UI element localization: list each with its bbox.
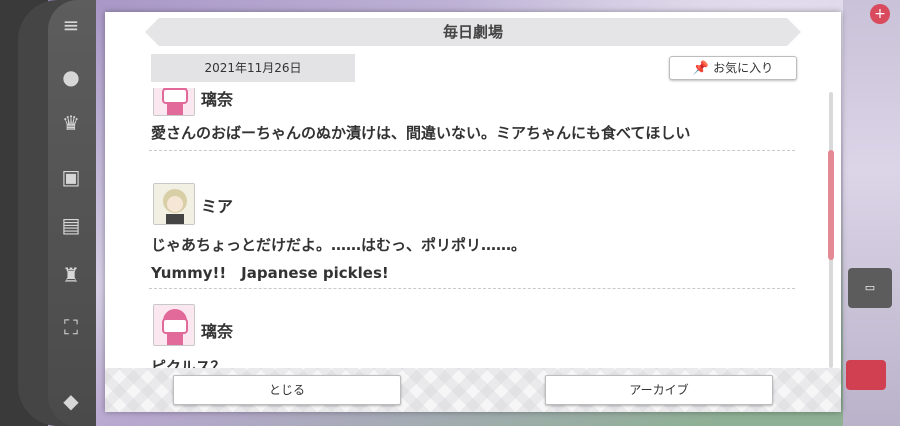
avatar-rina [153,88,195,116]
archive-button[interactable]: アーカイブ [545,375,773,405]
dialogue-line: じゃあちょっとだけだよ。……はむっ、ポリポリ……。 [151,236,527,254]
date-label: 2021年11月26日 [151,54,355,82]
speaker-name: 璃奈 [201,322,234,341]
gift-icon[interactable]: ▣ [56,164,86,190]
entry-divider [149,150,795,151]
message-icon[interactable]: ▤ [56,212,86,238]
hamburger-menu-icon[interactable]: ≡ [56,12,86,38]
background-red-tag [846,360,886,390]
conversation-scroll-area[interactable]: 璃奈 愛さんのおばーちゃんのぬか漬けは、間違いない。ミアちゃんにも食べてほしい … [149,88,797,370]
speaker-name: ミア [201,197,234,216]
chat-bubble-icon[interactable]: ● [56,64,86,90]
entry-divider [149,288,795,289]
close-button[interactable]: とじる [173,375,401,405]
avatar-mia [153,183,195,225]
plus-icon[interactable]: + [870,4,890,24]
dialogue-line: Yummy!! Japanese pickles! [151,264,389,282]
avatar-rina [153,304,195,346]
person-icon[interactable]: ◆ [56,388,86,414]
favorite-label: お気に入り [713,61,774,75]
favorite-button[interactable]: 📌 お気に入り [669,56,797,80]
background-badge: ▭ [848,268,892,308]
fullscreen-icon[interactable]: ⛶ [56,314,86,340]
scrollbar-thumb[interactable] [828,150,834,260]
pin-icon: 📌 [692,61,710,76]
daily-theater-dialog: 毎日劇場 2021年11月26日 📌 お気に入り 璃奈 愛さんのおばーちゃんのぬか… [105,12,841,412]
trophy-icon[interactable]: ♛ [56,110,86,136]
dialogue-line: 愛さんのおばーちゃんのぬか漬けは、間違いない。ミアちゃんにも食べてほしい [151,124,691,142]
cup-icon[interactable]: ♜ [56,262,86,288]
speaker-name: 璃奈 [201,90,234,109]
dialog-title: 毎日劇場 [442,23,503,41]
